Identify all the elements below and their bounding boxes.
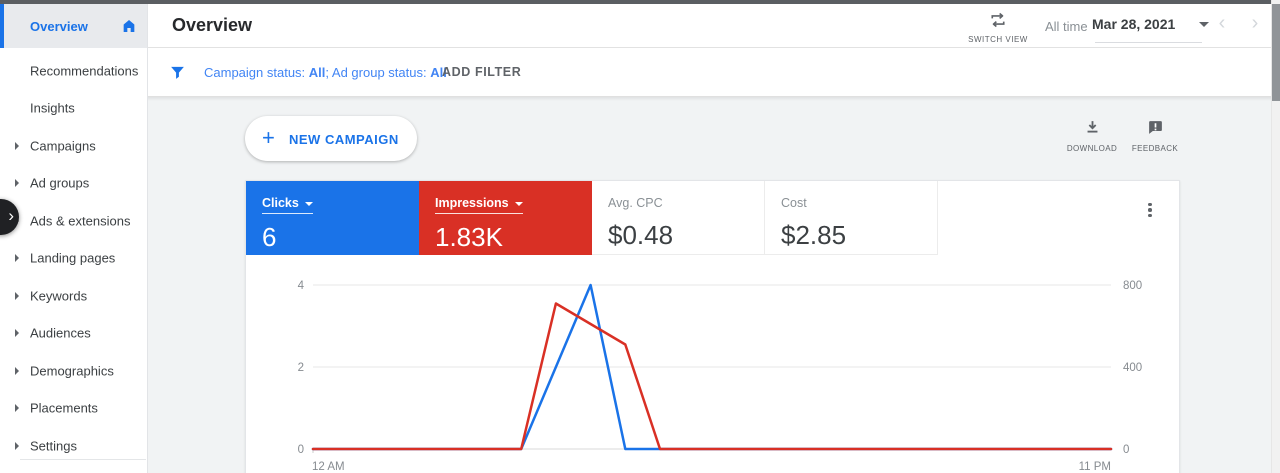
scorecard-cost[interactable]: Cost $2.85 [765,181,938,255]
expand-triangle-icon [15,366,19,375]
sidebar-item-recommendations[interactable]: Recommendations [0,52,147,90]
expand-triangle-icon [15,404,19,413]
scorecard-label: Cost [781,196,807,210]
google-ads-overview-page: Overview Recommendations Insights Campaign… [0,0,1280,473]
next-date-button[interactable]: › [1243,12,1267,35]
chevron-down-icon [1199,22,1210,27]
main-content: + NEW CAMPAIGN DOWNLOAD FEEDBACK Clicks 6… [148,97,1271,473]
date-value: Mar 28, 2021 [1092,16,1176,32]
new-campaign-label: NEW CAMPAIGN [289,132,399,147]
download-label: DOWNLOAD [1066,144,1118,153]
page-header: Overview SWITCH VIEW All time Mar 28, 20… [148,4,1271,48]
card-options-button[interactable] [1141,201,1159,219]
axis-tick-label: 2 [298,362,304,374]
date-range-preset: All time [1045,19,1088,34]
date-range-selector[interactable]: Mar 28, 2021 [1092,16,1210,34]
kebab-icon [1148,202,1152,207]
sidebar-item-label: Landing pages [30,250,116,266]
scorecard-value: 6 [262,222,277,252]
home-icon [123,20,135,32]
sidebar-item-insights[interactable]: Insights [0,90,147,128]
axis-tick-label: 4 [298,280,305,292]
sidebar-item-label: Recommendations [30,63,139,79]
chevron-down-icon [514,202,523,206]
download-icon [1087,121,1097,133]
previous-date-button[interactable]: ‹ [1210,12,1234,35]
scrollbar-thumb[interactable] [1272,4,1280,101]
sidebar-item-overview[interactable]: Overview [0,4,147,48]
scorecard-label: Impressions [435,196,523,214]
sidebar-item-label: Overview [30,19,88,34]
feedback-label: FEEDBACK [1131,144,1179,153]
series-line-impressions [311,302,1113,451]
plus-icon: + [262,125,275,150]
sidebar-item-label: Ad groups [30,175,90,191]
filter-icon [171,66,184,79]
sidebar-item-label: Demographics [30,363,114,379]
switch-view-label: SWITCH VIEW [968,35,1028,44]
scorecard-label: Clicks [262,196,313,214]
filter-segment: Ad group status: [331,65,431,80]
new-campaign-button[interactable]: + NEW CAMPAIGN [245,116,417,161]
add-filter-button[interactable]: ADD FILTER [442,65,521,79]
chevron-right-icon: › [8,206,14,225]
expand-triangle-icon [15,291,19,300]
scrollbar [1271,0,1280,473]
expand-triangle-icon [15,254,19,263]
scorecard-avg-cpc[interactable]: Avg. CPC $0.48 [592,181,765,255]
overview-card: Clicks 6 Impressions 1.83K Avg. CPC $0.48 Cost… [245,180,1180,473]
expand-triangle-icon [15,141,19,150]
axis-tick-label: 0 [1123,444,1129,456]
chevron-down-icon [304,202,313,206]
sidebar-item-label: Ads & extensions [30,213,131,229]
selected-indicator-bar [0,4,4,48]
sidebar-item-label: Audiences [30,325,91,341]
feedback-button[interactable]: FEEDBACK [1125,119,1185,153]
scorecard-value: $0.48 [608,220,674,250]
sidebar-item-label: Keywords [30,288,88,304]
sidebar-divider [20,459,146,460]
axis-tick-label: 12 AM [312,461,345,473]
axis-tick-label: 0 [298,444,304,456]
switch-view-icon [991,12,1005,28]
axis-tick-label: 400 [1123,362,1142,374]
sidebar: Overview Recommendations Insights Campaign… [0,4,148,473]
sidebar-item-placements[interactable]: Placements [0,390,147,428]
expand-triangle-icon [15,329,19,338]
switch-view-button[interactable]: SWITCH VIEW [960,9,1036,49]
filter-segment: All [308,65,326,80]
sidebar-item-ads-extensions[interactable]: Ads & extensions [0,202,147,240]
sidebar-item-label: Settings [30,438,77,454]
axis-tick-label: 800 [1123,280,1142,292]
scorecard-impressions[interactable]: Impressions 1.83K [419,181,592,255]
filter-bar: Campaign status: All; Ad group status: A… [148,48,1271,97]
active-filters[interactable]: Campaign status: All; Ad group status: A… [204,65,447,80]
download-button[interactable]: DOWNLOAD [1062,119,1122,153]
sidebar-item-landing-pages[interactable]: Landing pages [0,240,147,278]
date-underline [1095,42,1202,43]
sidebar-item-ad-groups[interactable]: Ad groups [0,165,147,203]
sidebar-item-keywords[interactable]: Keywords [0,277,147,315]
scorecard-value: $2.85 [781,220,847,250]
sidebar-item-demographics[interactable]: Demographics [0,352,147,390]
sidebar-item-audiences[interactable]: Audiences [0,315,147,353]
sidebar-item-campaigns[interactable]: Campaigns [0,127,147,165]
expand-triangle-icon [15,179,19,188]
scorecard-clicks[interactable]: Clicks 6 [246,181,419,255]
scorecard-row: Clicks 6 Impressions 1.83K Avg. CPC $0.48 Cost… [246,181,1179,255]
sidebar-item-label: Placements [30,400,98,416]
expand-triangle-icon [15,441,19,450]
overview-chart: 0 2 4 0 400 800 12 AM 11 PM [298,280,1143,473]
axis-tick-label: 11 PM [1079,461,1111,473]
scorecard-label: Avg. CPC [608,196,663,210]
sidebar-item-label: Insights [30,100,75,116]
scorecard-value: 1.83K [435,222,503,252]
page-title: Overview [172,15,253,35]
sidebar-item-label: Campaigns [30,138,96,154]
filter-segment: Campaign status: [204,65,309,80]
feedback-icon [1148,121,1162,134]
